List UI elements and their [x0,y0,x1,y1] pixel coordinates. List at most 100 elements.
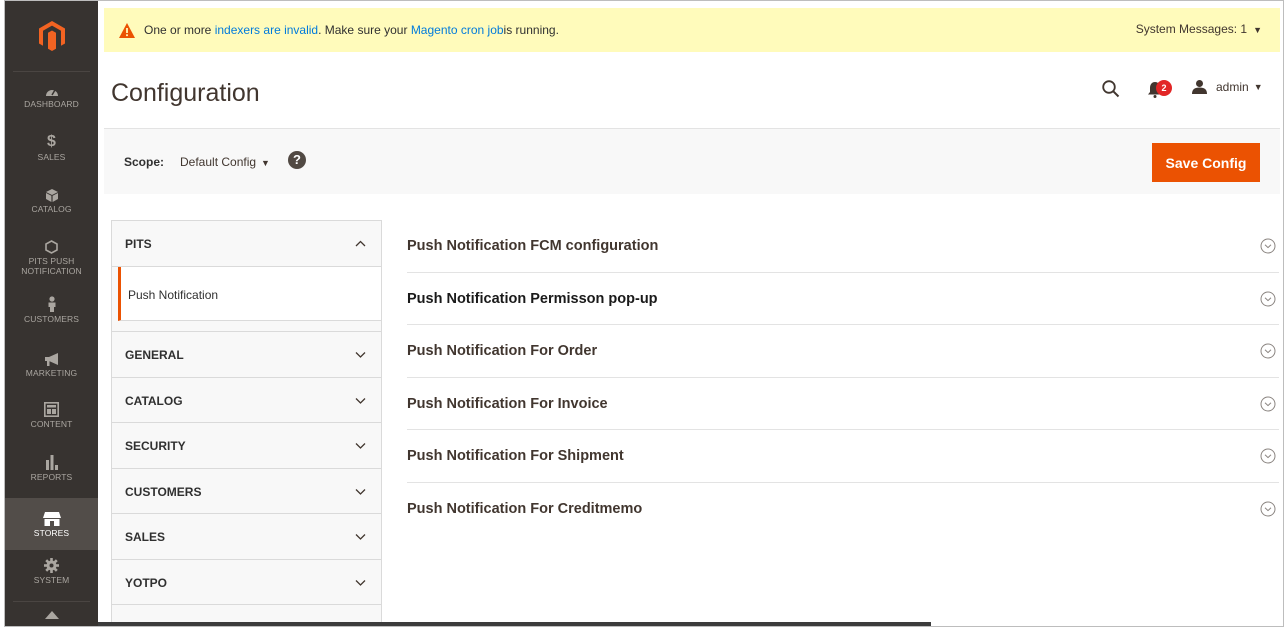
warning-icon [119,22,135,38]
sidebar-item-label: DASHBOARD [24,99,79,109]
section-title: Push Notification For Order [407,343,598,359]
sidebar-item-label: CONTENT [30,419,73,429]
dashboard-icon [45,89,58,96]
tab-group-label: SALES [125,530,166,544]
tab-group-sales[interactable]: SALES [112,514,381,560]
section-title: Push Notification For Invoice [407,395,608,412]
gear-icon [44,558,59,573]
indexers-link[interactable]: indexers are invalid [215,23,318,37]
expand-circle-icon [1260,396,1276,411]
chevron-down-icon [355,397,366,404]
message-text-suffix: is running. [503,23,559,37]
caret-down-icon: ▼ [261,158,270,168]
section-permission-popup[interactable]: Push Notification Permisson pop-up [407,273,1279,325]
tab-group-customers[interactable]: CUSTOMERS [112,469,381,514]
scope-value: Default Config [180,155,257,169]
chevron-up-icon [355,240,366,247]
puzzle-icon [44,611,59,619]
section-title: Push Notification For Shipment [407,448,624,464]
tab-group-label: CUSTOMERS [125,484,202,499]
search-icon[interactable] [1101,79,1121,99]
notifications-button[interactable]: 2 [1146,79,1176,99]
notification-badge: 2 [1156,80,1172,96]
sidebar-item-more[interactable] [5,609,98,626]
sidebar-item-system[interactable]: SYSTEM [5,558,98,594]
sidebar-item-catalog[interactable]: CATALOG [5,189,98,221]
tab-group-label: SECURITY [125,439,186,453]
tab-group-yotpo[interactable]: YOTPO [112,560,381,605]
save-config-button[interactable]: Save Config [1152,143,1260,182]
hexagon-icon [45,240,58,254]
section-for-creditmemo[interactable]: Push Notification For Creditmemo [407,483,1279,536]
sidebar-item-sales[interactable]: $ SALES [5,134,98,170]
sidebar-item-label: REPORTS [30,472,73,482]
content-icon [44,402,59,417]
megaphone-icon [44,353,58,366]
tab-group-security[interactable]: SECURITY [112,423,381,469]
admin-username: admin [1216,80,1249,94]
message-text-middle: . Make sure your [318,23,408,37]
dollar-icon: $ [47,133,56,150]
expand-circle-icon [1260,291,1276,306]
tab-group-general[interactable]: GENERAL [112,332,381,378]
scope-toolbar: Scope: Default Config ▼ ? Save Config [104,128,1280,194]
section-title: Push Notification FCM configuration [407,238,659,254]
sidebar-item-label: MARKETING [25,368,78,378]
sidebar-item-reports[interactable]: REPORTS [5,454,98,490]
section-for-order[interactable]: Push Notification For Order [407,325,1279,378]
expand-circle-icon [1260,343,1276,359]
expand-circle-icon [1260,448,1276,464]
sidebar-item-label: CATALOG [31,204,72,214]
chevron-down-icon [355,488,366,495]
sidebar-item-content[interactable]: CONTENT [5,402,98,438]
section-for-invoice[interactable]: Push Notification For Invoice [407,378,1279,430]
system-messages-dropdown[interactable]: System Messages: 1 ▼ [1136,22,1262,36]
user-icon [1192,80,1207,94]
admin-user-menu[interactable]: admin ▼ [1192,80,1263,94]
expand-circle-icon [1260,238,1276,254]
sidebar-item-stores[interactable]: STORES [5,498,98,550]
sidebar-item-marketing[interactable]: MARKETING [5,353,98,385]
config-sections: Push Notification FCM configuration Push… [407,220,1279,535]
sidebar-divider [13,71,90,72]
admin-window: DASHBOARD $ SALES CATALOG PITS PUSH NOTI… [4,0,1284,627]
tab-group-catalog[interactable]: CATALOG [112,378,381,423]
tab-group-label: GENERAL [125,348,184,362]
bar-chart-icon [45,455,58,470]
section-title: Push Notification Permisson pop-up [407,290,658,307]
caret-down-icon: ▼ [1253,82,1263,92]
person-icon [48,296,55,312]
tab-item-push-notification[interactable]: Push Notification [118,267,381,321]
sidebar-item-pits-push-notification[interactable]: PITS PUSH NOTIFICATION [5,240,98,286]
section-for-shipment[interactable]: Push Notification For Shipment [407,430,1279,483]
tab-group-label: YOTPO [125,575,168,590]
magento-logo-icon [38,21,65,51]
chevron-down-icon [355,579,366,586]
message-text-prefix: One or more [144,23,212,37]
admin-sidebar: DASHBOARD $ SALES CATALOG PITS PUSH NOTI… [5,1,98,626]
page-title: Configuration [111,79,260,107]
section-title: Push Notification For Creditmemo [407,500,643,517]
section-fcm-configuration[interactable]: Push Notification FCM configuration [407,220,1279,273]
chevron-down-icon [355,352,366,358]
tab-item-label: Push Notification [128,288,219,302]
magento-logo[interactable] [5,1,98,71]
tab-spacer [112,321,381,332]
caret-down-icon: ▼ [1253,25,1262,35]
system-messages-label: System Messages: 1 [1135,22,1248,36]
system-message-bar: One or more indexers are invalid. Make s… [104,8,1280,52]
sidebar-divider [13,601,90,602]
tab-group-label: CATALOG [125,393,183,408]
sidebar-item-label-line1: PITS PUSH [28,256,75,266]
help-icon[interactable]: ? [288,151,306,169]
tab-group-pits[interactable]: PITS [112,221,381,267]
sidebar-item-customers[interactable]: CUSTOMERS [5,296,98,332]
chevron-down-icon [355,534,366,540]
sidebar-item-label: STORES [33,528,70,538]
scope-switcher[interactable]: Default Config ▼ [180,155,270,169]
cron-job-link[interactable]: Magento cron job [411,23,504,37]
scope-label: Scope: [124,155,165,169]
box-icon [45,189,58,202]
sidebar-item-dashboard[interactable]: DASHBOARD [5,85,98,119]
sidebar-item-label: SYSTEM [33,575,70,585]
